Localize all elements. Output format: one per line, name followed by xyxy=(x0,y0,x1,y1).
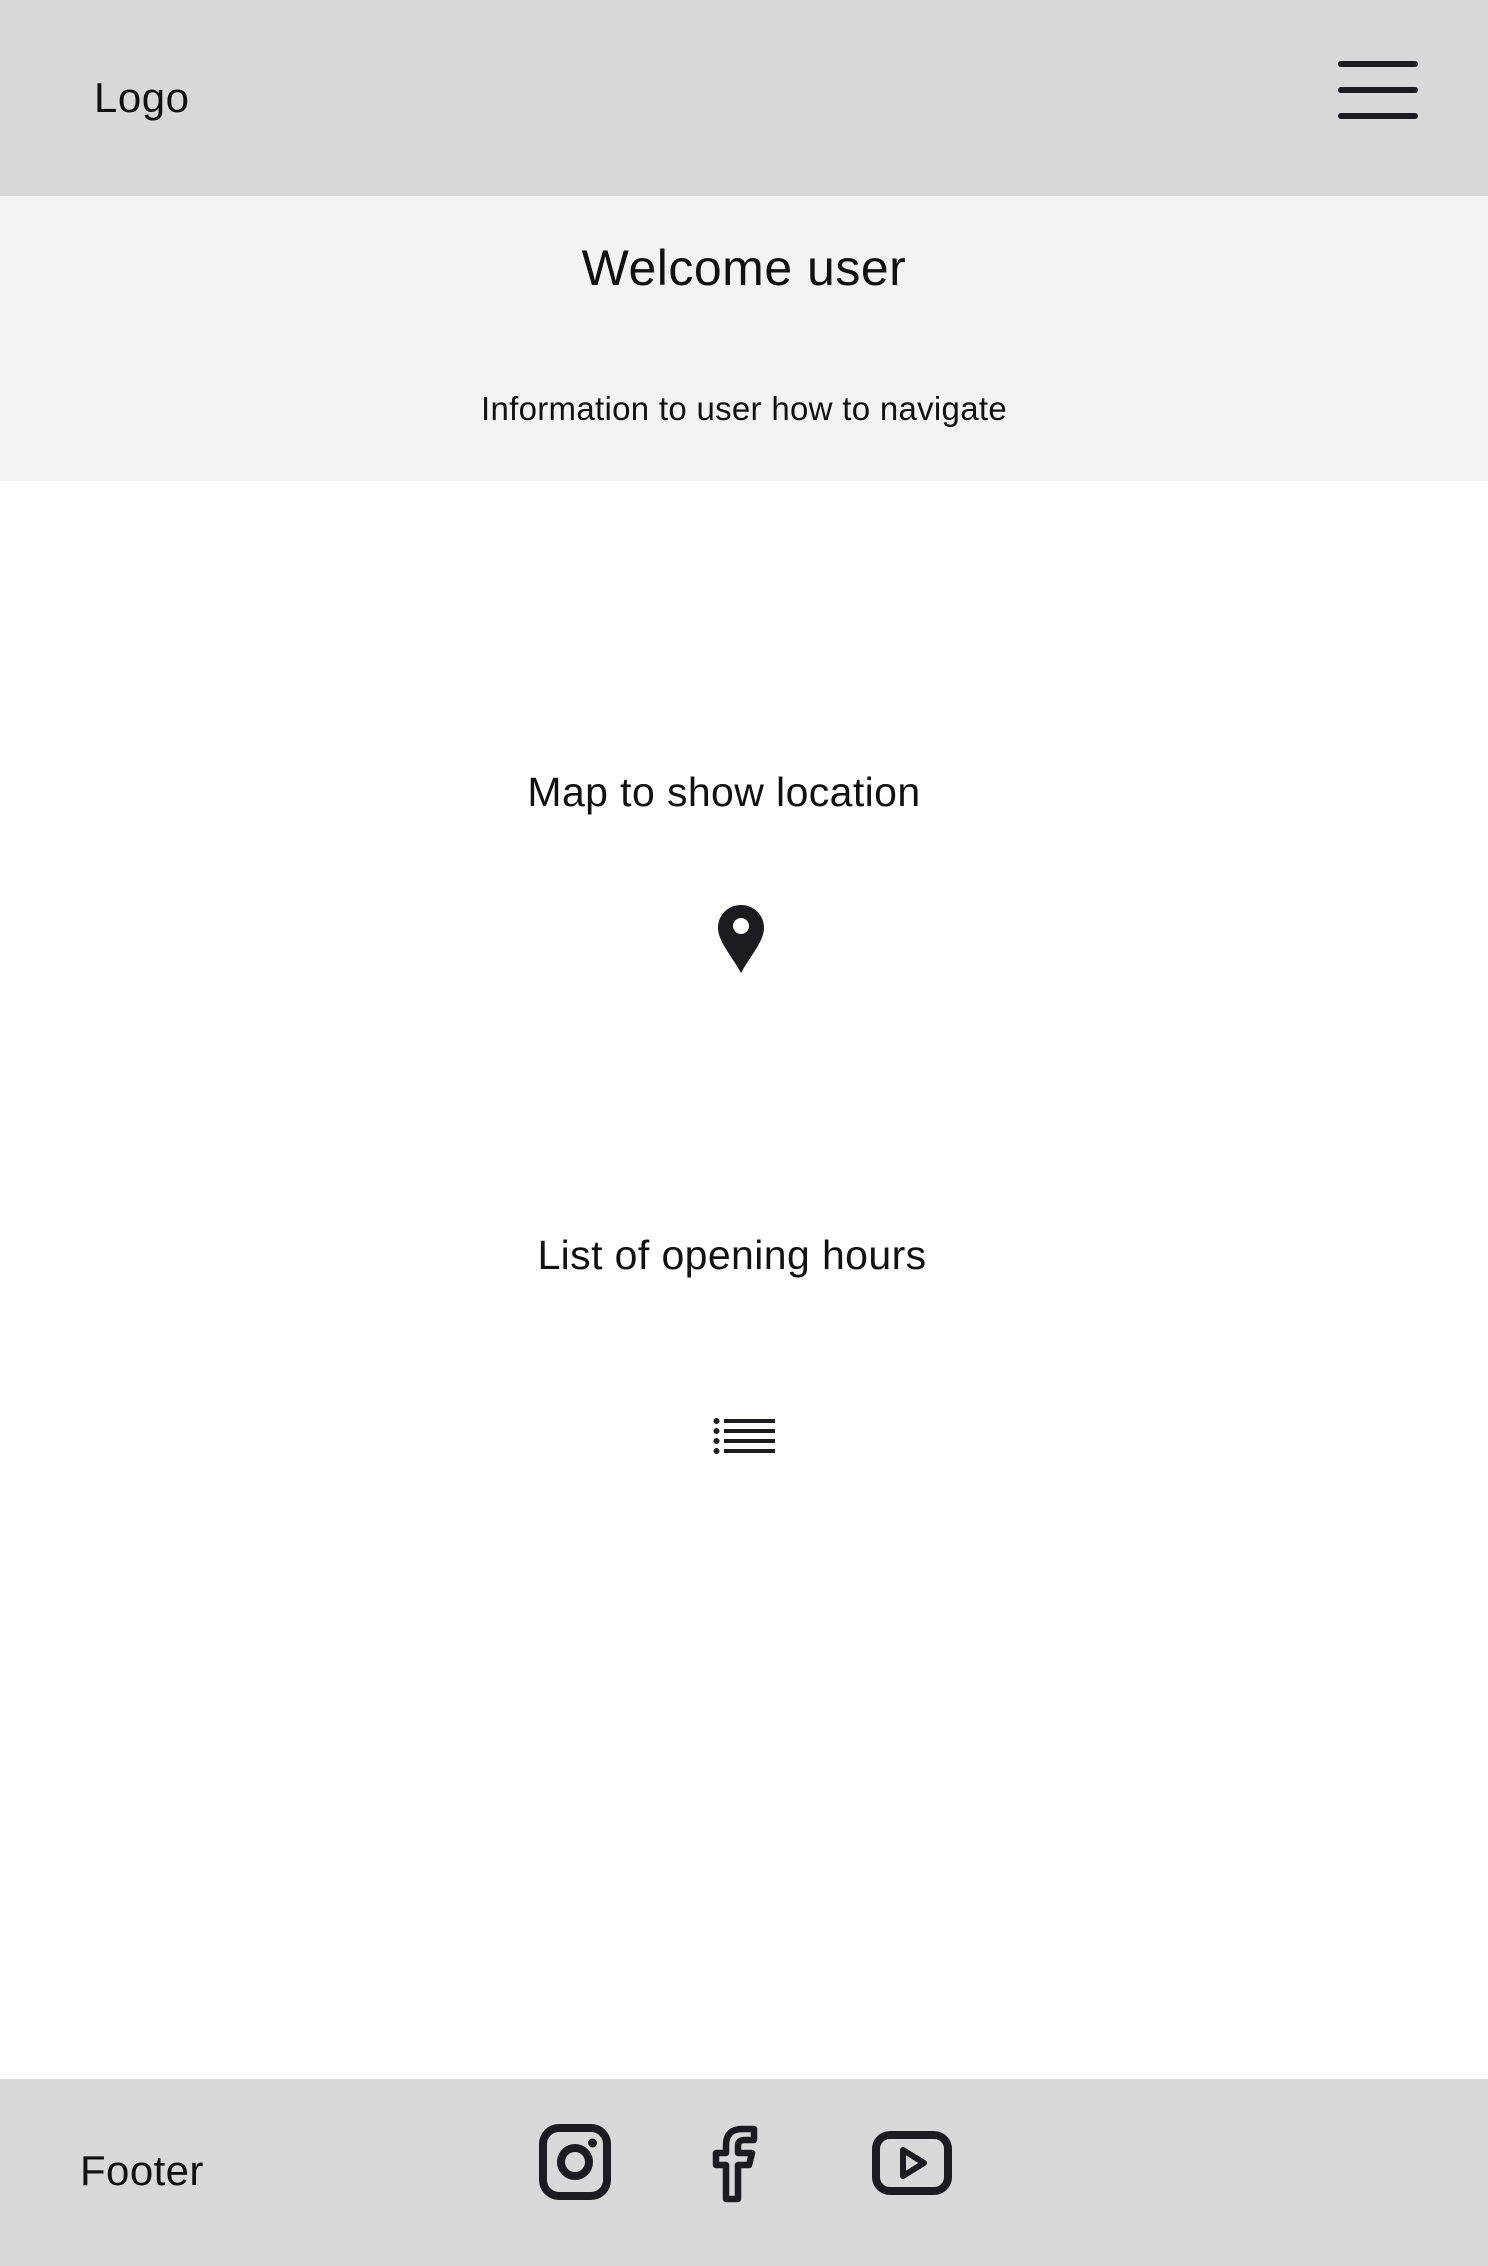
youtube-link[interactable] xyxy=(872,2131,952,2195)
facebook-link[interactable] xyxy=(710,2125,760,2203)
hamburger-menu-button[interactable] xyxy=(1338,57,1424,127)
map-pin-icon[interactable] xyxy=(716,903,766,975)
hamburger-menu-icon xyxy=(1338,61,1418,119)
welcome-banner: Welcome user Information to user how to … xyxy=(0,196,1488,481)
logo[interactable]: Logo xyxy=(94,70,189,126)
list-icon[interactable] xyxy=(713,1417,775,1455)
header: Logo xyxy=(0,0,1488,196)
footer-label: Footer xyxy=(80,2147,204,2194)
navigation-info-text: Information to user how to navigate xyxy=(481,390,1007,427)
opening-hours-label: List of opening hours xyxy=(537,1232,927,1278)
footer: Footer xyxy=(0,2079,1488,2266)
instagram-link[interactable] xyxy=(538,2123,612,2201)
facebook-icon xyxy=(712,2125,758,2203)
instagram-icon xyxy=(539,2124,611,2200)
welcome-title: Welcome user xyxy=(581,240,907,296)
youtube-icon xyxy=(872,2131,952,2195)
map-section-label: Map to show location xyxy=(527,769,921,815)
